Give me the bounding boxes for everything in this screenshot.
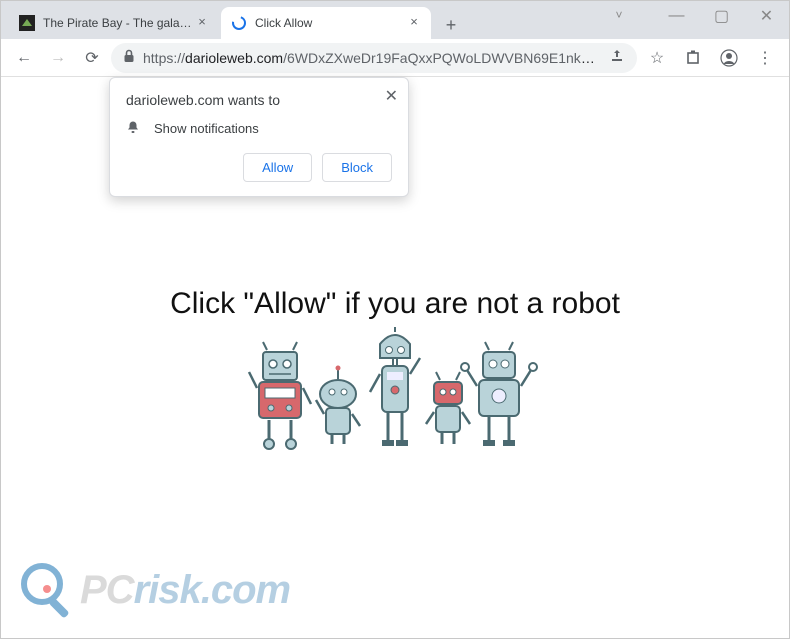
toolbar-right: ☆ ⋮ [641, 42, 781, 74]
menu-button[interactable]: ⋮ [749, 42, 781, 74]
notification-permission-popup: ✕ darioleweb.com wants to Show notificat… [109, 77, 409, 197]
robots-illustration-icon [245, 327, 545, 457]
bookmark-star-button[interactable]: ☆ [641, 42, 673, 74]
magnifier-icon [21, 563, 76, 618]
tab-search-button[interactable]: ˅ [604, 8, 634, 22]
pcrisk-watermark: PCrisk.com [21, 563, 290, 618]
tab-title: Click Allow [255, 16, 407, 30]
back-button[interactable]: ← [9, 43, 39, 73]
address-bar[interactable]: https://darioleweb.com/6WDxZXweDr19FaQxx… [111, 43, 637, 73]
forward-button[interactable]: → [43, 43, 73, 73]
watermark-text: PCrisk.com [80, 568, 290, 613]
pirate-favicon-icon [19, 15, 35, 31]
spinner-favicon-icon [231, 15, 247, 31]
tab-click-allow[interactable]: Click Allow × [221, 7, 431, 39]
share-icon[interactable] [609, 48, 625, 67]
url-text: https://darioleweb.com/6WDxZXweDr19FaQxx… [143, 50, 601, 66]
minimize-button[interactable]: — [654, 1, 699, 31]
tab-title: The Pirate Bay - The galaxy's mo [43, 16, 195, 30]
reload-button[interactable]: ⟳ [77, 43, 107, 73]
lock-icon [123, 49, 135, 66]
bell-icon [126, 120, 142, 137]
popup-close-button[interactable]: ✕ [385, 86, 398, 106]
allow-button[interactable]: Allow [243, 153, 312, 182]
popup-origin-label: darioleweb.com wants to [126, 92, 392, 108]
toolbar: ← → ⟳ https://darioleweb.com/6WDxZXweDr1… [1, 39, 789, 77]
maximize-button[interactable]: ▢ [699, 1, 744, 31]
block-button[interactable]: Block [322, 153, 392, 182]
close-window-button[interactable]: ✕ [744, 1, 789, 31]
tab-pirate-bay[interactable]: The Pirate Bay - The galaxy's mo × [9, 7, 219, 39]
profile-button[interactable] [713, 42, 745, 74]
extensions-button[interactable] [677, 42, 709, 74]
permission-label: Show notifications [154, 121, 259, 136]
new-tab-button[interactable]: + [437, 11, 465, 39]
tab-close-button[interactable]: × [195, 16, 209, 30]
scam-headline: Click "Allow" if you are not a robot [1, 287, 789, 321]
window-controls: — ▢ ✕ [654, 1, 789, 31]
tab-close-button[interactable]: × [407, 16, 421, 30]
